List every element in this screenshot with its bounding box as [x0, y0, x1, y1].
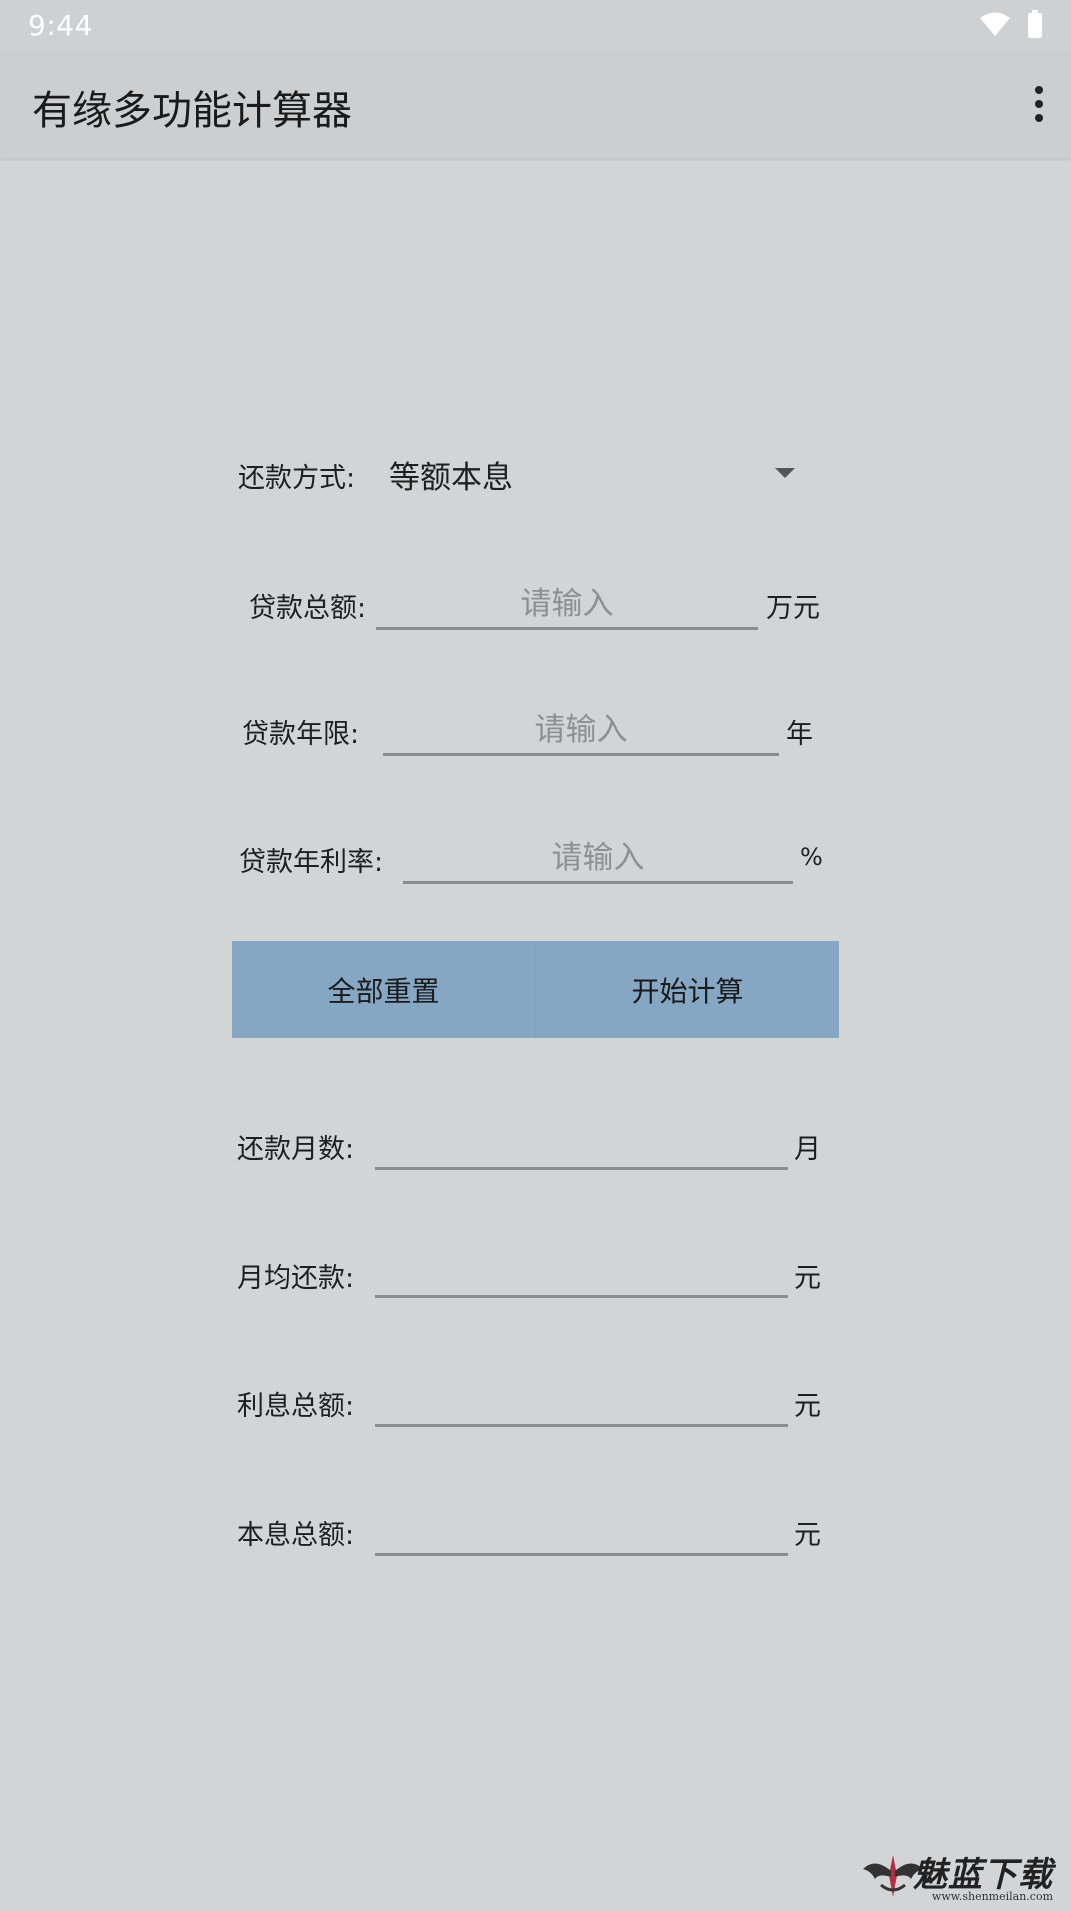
- repayment-method-value: 等额本息: [389, 460, 513, 496]
- result-monthly-payment-field: [375, 1248, 788, 1298]
- wifi-icon: [979, 11, 1011, 41]
- result-months-field: [375, 1120, 788, 1170]
- dropdown-arrow-icon: [775, 468, 795, 478]
- result-total-interest-value: [375, 1377, 788, 1424]
- battery-icon: [1027, 10, 1043, 42]
- loan-amount-input[interactable]: [376, 580, 758, 627]
- loan-years-field[interactable]: [383, 706, 779, 756]
- more-vertical-icon[interactable]: [1025, 80, 1053, 128]
- result-total-payment-field: [375, 1506, 788, 1556]
- loan-years-unit: 年: [786, 719, 813, 750]
- result-monthly-payment-unit: 元: [794, 1263, 821, 1294]
- loan-amount-label: 贷款总额:: [249, 593, 367, 624]
- result-total-payment-label: 本息总额:: [237, 1520, 355, 1551]
- watermark: 魅蓝下载 www.shenmeilan.com: [861, 1847, 1061, 1903]
- app-bar: 有缘多功能计算器: [0, 52, 1071, 158]
- reset-button[interactable]: 全部重置: [232, 941, 535, 1038]
- app-title: 有缘多功能计算器: [32, 88, 352, 134]
- annual-rate-field[interactable]: [403, 834, 793, 884]
- result-total-interest-field: [375, 1377, 788, 1427]
- result-monthly-payment-label: 月均还款:: [237, 1263, 355, 1294]
- status-time: 9:44: [28, 9, 93, 42]
- watermark-url: www.shenmeilan.com: [931, 1890, 1053, 1903]
- result-total-interest-unit: 元: [794, 1391, 821, 1422]
- status-icons: [979, 10, 1043, 42]
- result-total-payment-value: [375, 1506, 788, 1553]
- result-total-payment-unit: 元: [794, 1520, 821, 1551]
- annual-rate-input[interactable]: [403, 834, 793, 881]
- calculate-button[interactable]: 开始计算: [535, 941, 839, 1038]
- repayment-method-dropdown[interactable]: 等额本息: [385, 448, 805, 498]
- action-button-group: 全部重置 开始计算: [232, 941, 839, 1038]
- result-months-unit: 月: [794, 1134, 821, 1165]
- loan-years-input[interactable]: [383, 706, 779, 753]
- result-months-label: 还款月数:: [237, 1134, 355, 1165]
- loan-amount-field[interactable]: [376, 580, 758, 630]
- result-months-value: [375, 1120, 788, 1167]
- loan-years-label: 贷款年限:: [242, 719, 360, 750]
- status-bar: 9:44: [0, 0, 1071, 52]
- loan-amount-unit: 万元: [766, 593, 820, 624]
- result-monthly-payment-value: [375, 1248, 788, 1295]
- watermark-text: 魅蓝下载: [913, 1855, 1053, 1895]
- result-total-interest-label: 利息总额:: [237, 1391, 355, 1422]
- repayment-method-label: 还款方式:: [238, 463, 356, 494]
- annual-rate-label: 贷款年利率:: [239, 847, 384, 878]
- annual-rate-unit: %: [800, 843, 823, 871]
